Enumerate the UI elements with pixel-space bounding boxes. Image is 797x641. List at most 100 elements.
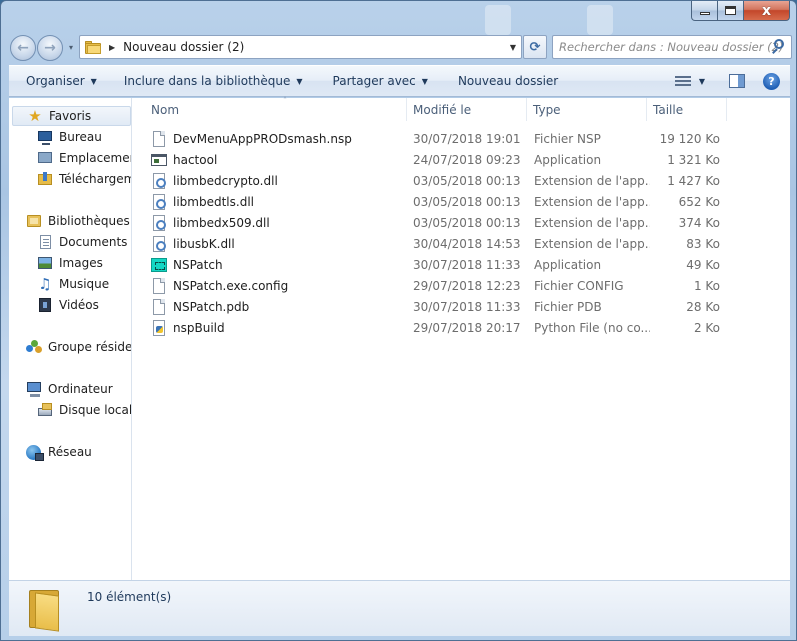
column-header-type[interactable]: Type [527,98,647,121]
file-modified: 30/04/2018 14:53 [413,236,521,251]
music-icon: ♫ [38,275,52,293]
preview-pane-icon[interactable] [729,74,745,88]
sidebar-item-computer[interactable]: Ordinateur [26,379,113,399]
caption-buttons: x [691,1,790,21]
file-type: Extension de l'app... [534,215,650,230]
navigation-bar: ← → ▾ ▶ Nouveau dossier (2) ▼ ⟳ Recherch… [7,34,792,61]
file-size: 1 427 Ko [667,173,720,188]
close-button[interactable]: x [744,1,790,21]
include-label: Inclure dans la bibliothèque [123,74,291,88]
organiser-menu-button[interactable]: Organiser ▼ [18,70,105,92]
column-header-name[interactable]: Nom ˄ [145,96,407,121]
address-bar[interactable]: ▶ Nouveau dossier (2) ▼ [79,35,522,59]
file-size: 19 120 Ko [659,131,720,146]
breadcrumb-current-folder[interactable]: Nouveau dossier (2) [123,40,244,54]
new-folder-label: Nouveau dossier [457,74,559,88]
sidebar-item-desktop[interactable]: Bureau [37,127,102,147]
maximize-button[interactable] [718,1,744,21]
include-in-library-button[interactable]: Inclure dans la bibliothèque ▼ [116,70,311,92]
sidebar-item-label: Groupe résidentiel [48,340,132,354]
sidebar-item-network[interactable]: Réseau [26,442,92,462]
help-icon[interactable]: ? [763,72,780,90]
background-glass-reflection [485,5,511,35]
file-row[interactable]: libusbK.dll 30/04/2018 14:53 Extension d… [145,233,730,254]
file-name: hactool [173,152,218,167]
computer-icon [26,381,42,397]
new-folder-button[interactable]: Nouveau dossier [450,70,566,92]
file-modified: 29/07/2018 20:17 [413,320,521,335]
file-row[interactable]: hactool 24/07/2018 09:23 Application 1 3… [145,149,730,170]
file-row[interactable]: libmbedtls.dll 03/05/2018 00:13 Extensio… [145,191,730,212]
sidebar-item-documents[interactable]: Documents [37,232,127,252]
organiser-label: Organiser [26,74,85,88]
refresh-button[interactable]: ⟳ [523,35,547,59]
generic-file-icon [151,298,167,315]
file-size: 83 Ko [686,236,720,251]
minimize-button[interactable] [691,1,718,21]
application-icon [151,152,167,168]
breadcrumb-separator-icon[interactable]: ▶ [109,43,115,52]
file-name: libusbK.dll [173,236,235,251]
file-row[interactable]: nspBuild 29/07/2018 20:17 Python File (n… [145,317,730,338]
search-icon[interactable] [771,39,785,54]
sidebar-item-label: Téléchargements [59,172,131,186]
sidebar-item-label: Bureau [59,130,102,144]
generic-file-icon [151,277,167,294]
close-icon: x [761,2,772,19]
sidebar-item-music[interactable]: ♫ Musique [37,274,109,294]
change-view-icon[interactable] [674,75,691,87]
forward-button[interactable]: → [37,35,63,61]
file-row[interactable]: NSPatch.pdb 30/07/2018 11:33 Fichier PDB… [145,296,730,317]
sidebar-item-recent-places[interactable]: Emplacements récents [37,148,131,168]
view-options-dropdown[interactable]: ▼ [699,77,705,86]
file-list: Nom ˄ Modifié le Type Taille DevMenuAppP… [133,96,790,580]
address-history-dropdown[interactable]: ▼ [510,43,516,52]
file-row[interactable]: libmbedx509.dll 03/05/2018 00:13 Extensi… [145,212,730,233]
content-area: ★ Favoris Bureau Emplacements récents Té… [9,96,790,580]
downloads-icon [37,171,53,187]
refresh-icon: ⟳ [529,39,541,55]
file-type: Python File (no co... [534,320,650,335]
sidebar-item-favorites[interactable]: ★ Favoris [12,106,131,126]
sidebar-item-libraries[interactable]: Bibliothèques [26,211,130,231]
share-label: Partager avec [332,74,416,88]
file-size: 374 Ko [678,215,720,230]
item-count: 10 élément(s) [87,590,172,604]
nspatch-app-icon [151,257,167,273]
sidebar-item-downloads[interactable]: Téléchargements [37,169,131,189]
file-type: Application [534,257,602,272]
dll-icon [151,172,167,189]
file-type: Fichier PDB [534,299,602,314]
sidebar-item-label: Réseau [48,445,92,459]
sidebar-item-label: Ordinateur [48,382,113,396]
search-input[interactable]: Rechercher dans : Nouveau dossier (2) [552,35,792,59]
homegroup-icon [26,339,42,355]
desktop-icon [37,129,53,145]
file-modified: 30/07/2018 11:33 [413,257,521,272]
dll-icon [151,235,167,252]
file-row[interactable]: NSPatch.exe.config 29/07/2018 12:23 Fich… [145,275,730,296]
file-size: 2 Ko [693,320,720,335]
file-row[interactable]: libmbedcrypto.dll 03/05/2018 00:13 Exten… [145,170,730,191]
dll-icon [151,214,167,231]
sidebar-item-label: Disque local (C:) [59,403,132,417]
file-modified: 29/07/2018 12:23 [413,278,521,293]
file-type: Extension de l'app... [534,173,650,188]
file-name-cell: libmbedcrypto.dll [151,170,407,191]
background-glass-reflection [587,5,613,35]
sidebar-item-homegroup[interactable]: Groupe résidentiel [26,337,132,357]
sidebar-item-local-disk[interactable]: Disque local (C:) [37,400,132,420]
back-button[interactable]: ← [10,35,36,61]
column-header-size[interactable]: Taille [647,98,727,121]
recent-locations-dropdown[interactable]: ▾ [66,42,76,54]
navigation-pane: ★ Favoris Bureau Emplacements récents Té… [9,98,132,580]
share-with-button[interactable]: Partager avec ▼ [325,70,436,92]
file-type: Fichier NSP [534,131,601,146]
column-header-modified[interactable]: Modifié le [407,98,527,121]
file-row[interactable]: DevMenuAppPRODsmash.nsp 30/07/2018 19:01… [145,128,730,149]
file-modified: 03/05/2018 00:13 [413,215,521,230]
sidebar-item-pictures[interactable]: Images [37,253,103,273]
file-name: nspBuild [173,320,225,335]
sidebar-item-videos[interactable]: Vidéos [37,295,99,315]
file-row[interactable]: NSPatch 30/07/2018 11:33 Application 49 … [145,254,730,275]
